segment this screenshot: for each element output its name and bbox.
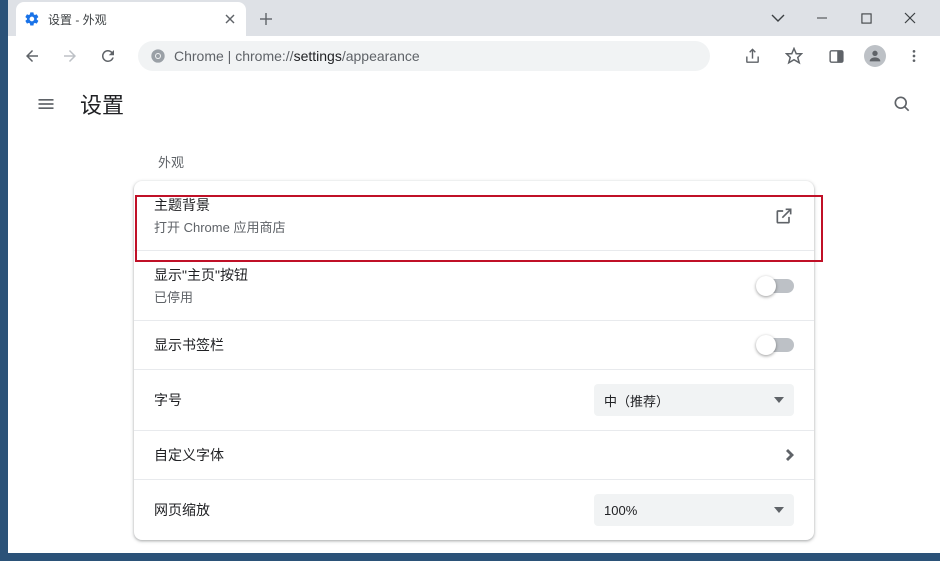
toolbar: Chrome | chrome://settings/appearance [8,36,940,76]
browser-tab[interactable]: 设置 - 外观 [16,2,246,36]
select-value: 100% [604,503,637,518]
row-theme[interactable]: 主题背景 打开 Chrome 应用商店 [134,181,814,250]
search-icon[interactable] [888,90,916,118]
row-home-button: 显示"主页"按钮 已停用 [134,250,814,320]
bookmark-icon[interactable] [780,42,808,70]
section-label: 外观 [134,152,814,181]
close-window-button[interactable] [896,4,924,32]
settings-page: 设置 外观 主题背景 打开 Chrome 应用商店 [8,76,940,553]
share-icon[interactable] [738,42,766,70]
open-external-icon [774,206,794,226]
forward-button[interactable] [56,42,84,70]
font-size-select[interactable]: 中（推荐） [594,384,794,416]
row-title: 显示"主页"按钮 [154,265,758,285]
minimize-button[interactable] [808,4,836,32]
select-value: 中（推荐） [604,391,669,410]
tab-title: 设置 - 外观 [48,11,214,28]
row-font-size: 字号 中（推荐） [134,369,814,430]
new-tab-button[interactable] [252,5,280,33]
gear-icon [24,11,40,27]
close-icon[interactable] [222,11,238,27]
url-text: Chrome | chrome://settings/appearance [174,48,420,64]
toggle-home-button[interactable] [758,279,794,293]
row-page-zoom: 网页缩放 100% [134,479,814,540]
profile-avatar[interactable] [864,45,886,67]
row-desc: 已停用 [154,287,758,306]
chrome-icon [150,48,166,64]
back-button[interactable] [18,42,46,70]
chevron-down-icon[interactable] [764,4,792,32]
side-panel-icon[interactable] [822,42,850,70]
address-bar[interactable]: Chrome | chrome://settings/appearance [138,41,710,71]
row-title: 主题背景 [154,195,774,215]
row-title: 自定义字体 [154,445,786,465]
hamburger-icon[interactable] [32,90,60,118]
page-zoom-select[interactable]: 100% [594,494,794,526]
page-title: 设置 [80,88,124,120]
chevron-right-icon [786,449,794,461]
maximize-button[interactable] [852,4,880,32]
menu-icon[interactable] [900,42,928,70]
row-title: 网页缩放 [154,500,594,520]
row-desc: 打开 Chrome 应用商店 [154,217,774,236]
row-title: 字号 [154,390,594,410]
row-bookmarks-bar: 显示书签栏 [134,320,814,369]
row-custom-fonts[interactable]: 自定义字体 [134,430,814,479]
row-title: 显示书签栏 [154,335,758,355]
reload-button[interactable] [94,42,122,70]
appearance-card: 主题背景 打开 Chrome 应用商店 显示"主页"按钮 已停用 [134,181,814,540]
toggle-bookmarks-bar[interactable] [758,338,794,352]
tab-strip: 设置 - 外观 [8,0,940,36]
